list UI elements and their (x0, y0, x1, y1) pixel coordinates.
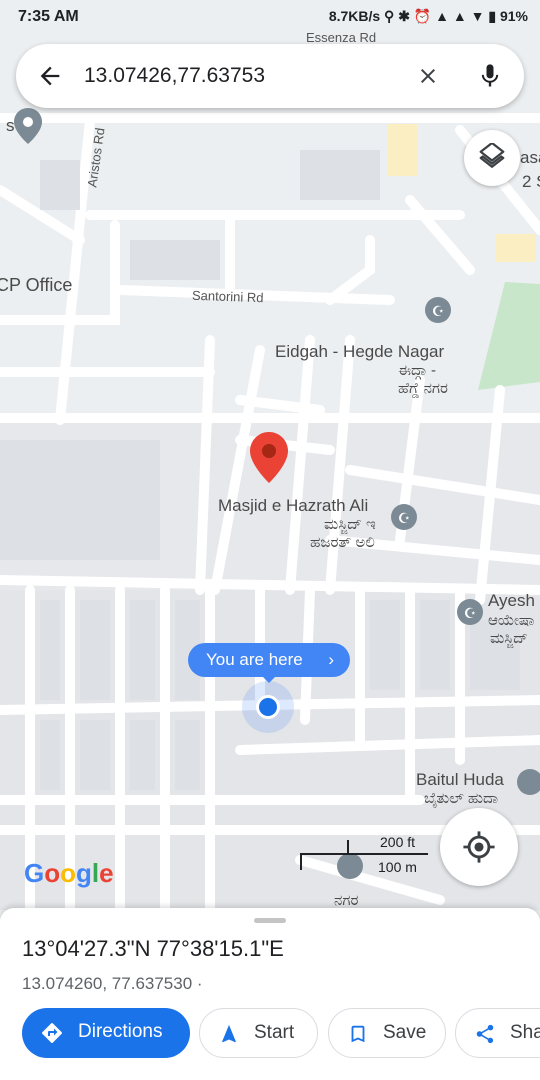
place-label-masjid[interactable]: Masjid e Hazrath Ali (218, 496, 368, 516)
google-logo: Google (24, 858, 114, 888)
search-bar[interactable]: 13.07426,77.63753 (16, 44, 524, 108)
scale-meters: 100 m (378, 859, 417, 875)
drag-handle[interactable] (254, 918, 286, 923)
scale-feet: 200 ft (380, 834, 416, 850)
place-label-eidgah[interactable]: Eidgah - Hegde Nagar (275, 342, 444, 362)
close-icon[interactable] (416, 64, 440, 88)
you-are-here-label: You are here (206, 650, 303, 669)
save-button[interactable]: Save (328, 1008, 446, 1058)
svg-text:☪: ☪ (398, 511, 411, 527)
share-button[interactable]: Sha (455, 1008, 540, 1058)
my-location-button[interactable] (440, 808, 518, 886)
place-label-cp-office[interactable]: CP Office (0, 275, 72, 296)
map-scale: 200 ft 100 m (300, 832, 430, 876)
you-are-here-chip[interactable]: You are here › (188, 643, 350, 683)
chevron-right-icon: › (328, 650, 334, 669)
start-label: Start (254, 1022, 295, 1043)
place-label-ayesha-kn2: ಮಸ್ಜಿದ್ (490, 630, 528, 647)
place-label: s (6, 116, 15, 135)
place-label-nagar-kn: ನಗರ (334, 892, 359, 909)
place-label-baitul-kn: ಬೈತುಲ್ ಹುದಾ (424, 790, 499, 807)
directions-label: Directions (78, 1021, 163, 1042)
place-label-eidgah-kn: ಈದ್ಗಾ - (398, 362, 437, 379)
coordinates-decimal: 13.074260, 77.637530 · (22, 974, 203, 993)
status-bar: 7:35 AM 8.7KB/s ⚲ ✱ ⏰ ▲ ▲ ▼ ▮ 91% (0, 0, 540, 34)
status-indicators: 8.7KB/s ⚲ ✱ ⏰ ▲ ▲ ▼ ▮ 91% (328, 8, 528, 24)
microphone-icon[interactable] (476, 62, 504, 90)
place-label-eidgah-kn2: ಹೆಗ್ಡೆ ನಗರ (398, 380, 448, 397)
directions-icon (42, 1023, 62, 1043)
bookmark-icon (351, 1025, 365, 1043)
directions-button[interactable]: Directions (22, 1008, 190, 1058)
place-label-baitul[interactable]: Baitul Huda (416, 770, 504, 790)
place-label: 2 S (522, 172, 540, 191)
coordinates-title: 13°04'27.3"N 77°38'15.1"E (22, 936, 284, 961)
road-label-santorini: Santorini Rd (191, 287, 264, 306)
back-arrow-icon[interactable] (36, 62, 64, 90)
crosshair-icon (463, 831, 495, 863)
place-label-masjid-kn: ಮಸ್ಜಿದ್ ಇ (324, 516, 376, 533)
save-label: Save (383, 1022, 427, 1043)
status-time: 7:35 AM (18, 8, 79, 25)
layers-icon (479, 143, 505, 168)
share-label: Sha (510, 1022, 540, 1043)
layers-button[interactable] (464, 130, 520, 186)
map-canvas[interactable]: ☪ ☪ ☪ s asa 2 S CP Office Eidgah - Hegde… (0, 0, 540, 910)
start-button[interactable]: Start (199, 1008, 318, 1058)
svg-text:☪: ☪ (432, 304, 445, 320)
search-query[interactable]: 13.07426,77.63753 (84, 64, 265, 88)
place-label-ayesha-kn: ಆಯೇಷಾ (488, 612, 535, 629)
share-icon (476, 1024, 494, 1044)
place-label: asa (520, 148, 540, 167)
place-label-masjid-kn2: ಹಜರತ್ ಅಲಿ (310, 534, 375, 551)
svg-text:☪: ☪ (464, 606, 477, 622)
place-bottom-sheet[interactable]: 13°04'27.3"N 77°38'15.1"E 13.074260, 77.… (0, 908, 540, 1080)
place-label-ayesha[interactable]: Ayesh (488, 591, 535, 611)
navigation-arrow-icon (222, 1024, 236, 1043)
